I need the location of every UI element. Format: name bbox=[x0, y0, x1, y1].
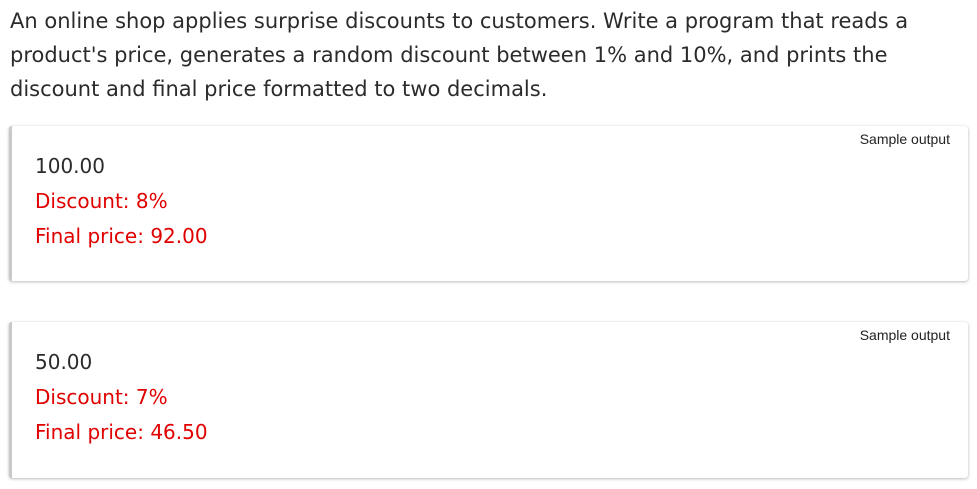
sample-output-label: Sample output bbox=[859, 327, 950, 343]
problem-statement: An online shop applies surprise discount… bbox=[10, 9, 909, 101]
sample-output-lines: 100.00 Discount: 8% Final price: 92.00 bbox=[35, 149, 208, 254]
sample-final-price-line: Final price: 46.50 bbox=[35, 420, 208, 444]
sample-final-price-line: Final price: 92.00 bbox=[35, 224, 208, 248]
sample-output-card: Sample output 50.00 Discount: 7% Final p… bbox=[9, 322, 968, 478]
sample-input-value: 100.00 bbox=[35, 154, 105, 178]
sample-input-value: 50.00 bbox=[35, 350, 93, 374]
sample-output-label: Sample output bbox=[859, 131, 950, 147]
sample-discount-line: Discount: 8% bbox=[35, 189, 168, 213]
sample-discount-line: Discount: 7% bbox=[35, 385, 168, 409]
sample-output-card: Sample output 100.00 Discount: 8% Final … bbox=[9, 126, 968, 281]
sample-output-lines: 50.00 Discount: 7% Final price: 46.50 bbox=[35, 345, 208, 450]
